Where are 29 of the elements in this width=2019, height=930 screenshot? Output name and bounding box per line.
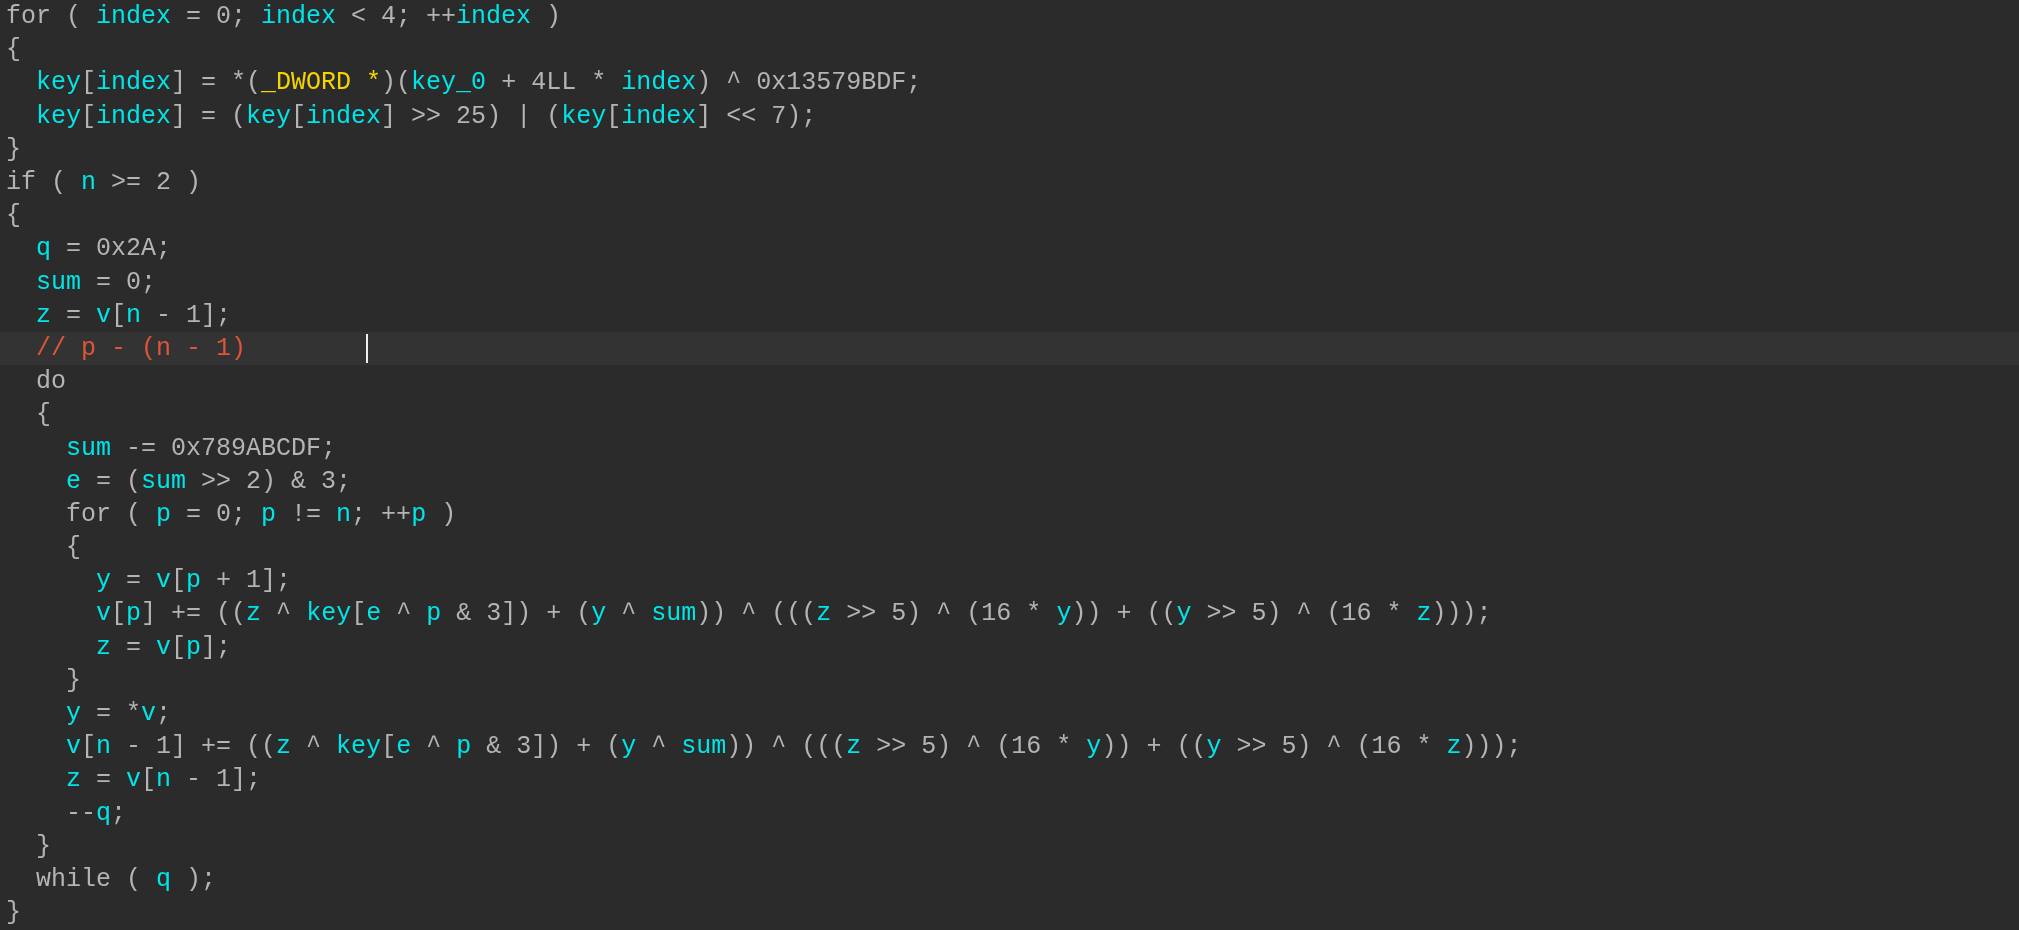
- code-line: for ( index = 0; index < 4; ++index ): [6, 1, 562, 34]
- code-line: }: [6, 133, 21, 166]
- code-line: sum = 0;: [35, 266, 157, 299]
- code-line: key[index] = (key[index] >> 25) | (key[index] << 7);: [35, 100, 817, 133]
- code-line: key[index] = *(_DWORD *)(key_0 + 4LL * index) ^ 0x13579BDF;: [35, 67, 922, 100]
- code-line: z = v[p];: [95, 631, 232, 664]
- code-line: z = v[n - 1];: [65, 764, 262, 797]
- text-cursor: [366, 333, 368, 363]
- code-line: }: [6, 897, 21, 930]
- code-line: for ( p = 0; p != n; ++p ): [65, 498, 457, 531]
- code-line: // p - (n - 1): [35, 332, 247, 365]
- code-line: v[p] += ((z ^ key[e ^ p & 3]) + (y ^ sum)) ^ (((z >> 5) ^ (16 * y)) + ((y >> 5) ^ (16 * z)));: [95, 598, 1492, 631]
- code-line: while ( q );: [35, 863, 217, 896]
- code-line: {: [6, 34, 21, 67]
- code-line: {: [65, 532, 81, 565]
- code-line: v[n - 1] += ((z ^ key[e ^ p & 3]) + (y ^ sum)) ^ (((z >> 5) ^ (16 * y)) + ((y >> 5) ^ (16 * z)));: [65, 731, 1522, 764]
- code-line: q = 0x2A;: [35, 233, 172, 266]
- code-line: if ( n >= 2 ): [6, 167, 202, 200]
- code-line: sum -= 0x789ABCDF;: [65, 432, 337, 465]
- code-line: {: [35, 399, 51, 432]
- code-line: do: [35, 366, 66, 399]
- code-line: }: [65, 664, 81, 697]
- code-line: y = v[p + 1];: [95, 565, 292, 598]
- code-line: e = (sum >> 2) & 3;: [65, 465, 352, 498]
- code-line: y = *v;: [65, 698, 172, 731]
- code-line: z = v[n - 1];: [35, 299, 232, 332]
- code-line: --q;: [65, 797, 127, 830]
- code-line: {: [6, 200, 21, 233]
- code-line: }: [35, 830, 51, 863]
